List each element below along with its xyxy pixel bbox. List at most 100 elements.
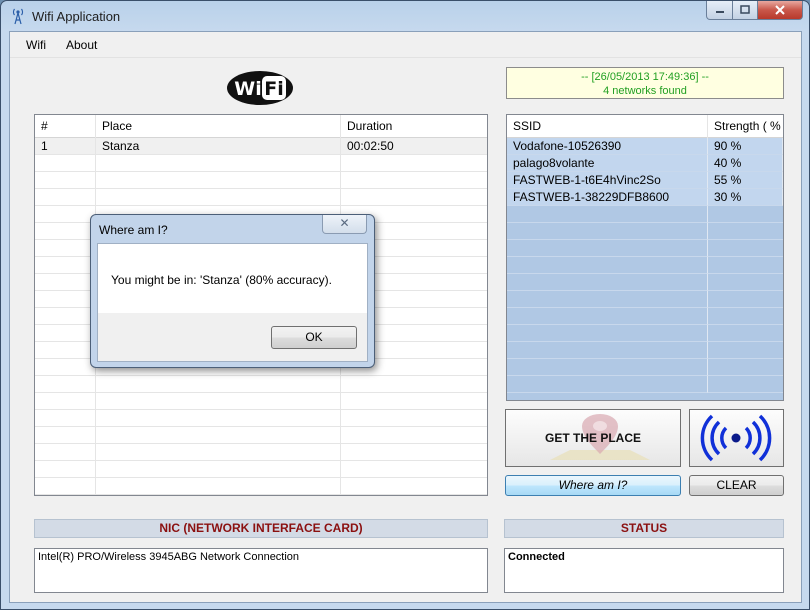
table-row[interactable]: FASTWEB-1-t6E4hVinc2So 55 % — [507, 172, 783, 189]
empty-cell — [96, 444, 341, 461]
maximize-button[interactable] — [733, 1, 758, 20]
empty-cell — [35, 240, 96, 257]
cell-ssid: Vodafone-10526390 — [507, 138, 708, 155]
empty-cell — [35, 172, 96, 189]
dialog-message-area: You might be in: 'Stanza' (80% accuracy)… — [98, 244, 367, 313]
empty-cell — [341, 189, 487, 206]
empty-row — [35, 189, 487, 206]
dialog-title: Where am I? — [99, 223, 168, 237]
cell-strength: 40 % — [708, 155, 783, 172]
empty-cell — [708, 223, 783, 240]
empty-row — [35, 461, 487, 478]
cell-ssid: FASTWEB-1-t6E4hVinc2So — [507, 172, 708, 189]
close-button[interactable] — [758, 1, 803, 20]
empty-cell — [96, 172, 341, 189]
empty-cell — [35, 427, 96, 444]
empty-cell — [507, 325, 708, 342]
column-header-duration[interactable]: Duration — [341, 115, 487, 138]
cell-ssid: FASTWEB-1-38229DFB8600 — [507, 189, 708, 206]
svg-text:Fi: Fi — [264, 78, 284, 100]
empty-cell — [35, 274, 96, 291]
empty-cell — [96, 189, 341, 206]
table-row[interactable]: 1 Stanza 00:02:50 — [35, 138, 487, 155]
clear-button[interactable]: CLEAR — [689, 475, 784, 496]
get-the-place-button[interactable]: GET THE PLACE — [505, 409, 681, 467]
empty-cell — [341, 393, 487, 410]
empty-cell — [35, 410, 96, 427]
scan-wifi-button[interactable] — [689, 409, 784, 467]
scan-timestamp: -- [26/05/2013 17:49:36] -- — [581, 71, 709, 83]
empty-cell — [35, 393, 96, 410]
empty-cell — [708, 308, 783, 325]
empty-row — [35, 444, 487, 461]
empty-row — [507, 206, 783, 223]
dialog-close-button[interactable]: ✕ — [322, 215, 367, 234]
empty-cell — [341, 444, 487, 461]
where-am-i-button[interactable]: Where am I? — [505, 475, 681, 496]
table-row[interactable]: palago8volante 40 % — [507, 155, 783, 172]
title-bar[interactable]: Wifi Application — [1, 1, 809, 31]
cell-num: 1 — [35, 138, 96, 155]
empty-row — [507, 359, 783, 376]
status-header: STATUS — [504, 519, 784, 538]
empty-cell — [708, 291, 783, 308]
wireless-signal-icon — [700, 414, 772, 462]
empty-cell — [35, 342, 96, 359]
empty-cell — [35, 478, 96, 495]
networks-table[interactable]: SSID Strength ( % ) Vodafone-10526390 90… — [506, 114, 784, 401]
empty-cell — [341, 155, 487, 172]
wifi-antenna-icon — [12, 8, 24, 25]
empty-row — [507, 308, 783, 325]
empty-cell — [341, 172, 487, 189]
dialog-ok-button[interactable]: OK — [271, 326, 357, 349]
empty-row — [507, 240, 783, 257]
empty-cell — [96, 376, 341, 393]
empty-cell — [708, 257, 783, 274]
empty-cell — [35, 308, 96, 325]
networks-found: 4 networks found — [603, 85, 687, 97]
empty-cell — [507, 274, 708, 291]
caption-buttons — [706, 1, 803, 21]
empty-cell — [507, 291, 708, 308]
menu-about[interactable]: About — [66, 38, 97, 52]
empty-cell — [341, 410, 487, 427]
empty-row — [35, 393, 487, 410]
window-title: Wifi Application — [32, 9, 121, 24]
table-row[interactable]: Vodafone-10526390 90 % — [507, 138, 783, 155]
dialog-body: You might be in: 'Stanza' (80% accuracy)… — [97, 243, 368, 362]
cell-strength: 55 % — [708, 172, 783, 189]
empty-cell — [35, 206, 96, 223]
close-icon: ✕ — [339, 216, 350, 230]
column-header-num[interactable]: # — [35, 115, 96, 138]
empty-row — [507, 274, 783, 291]
where-am-i-dialog: Where am I? ✕ You might be in: 'Stanza' … — [90, 214, 375, 368]
empty-row — [35, 427, 487, 444]
main-window: Wifi Application Wifi About Wi Fi -- [26… — [0, 0, 810, 610]
empty-cell — [96, 461, 341, 478]
empty-cell — [708, 359, 783, 376]
scan-info-box: -- [26/05/2013 17:49:36] -- 4 networks f… — [506, 67, 784, 99]
empty-cell — [35, 155, 96, 172]
status-field[interactable]: Connected — [504, 548, 784, 593]
minimize-button[interactable] — [706, 1, 733, 20]
empty-cell — [35, 359, 96, 376]
empty-row — [507, 325, 783, 342]
empty-cell — [35, 325, 96, 342]
column-header-place[interactable]: Place — [96, 115, 341, 138]
empty-cell — [507, 308, 708, 325]
nic-field[interactable]: Intel(R) PRO/Wireless 3945ABG Network Co… — [34, 548, 488, 593]
empty-row — [507, 257, 783, 274]
empty-cell — [507, 223, 708, 240]
nic-header: NIC (NETWORK INTERFACE CARD) — [34, 519, 488, 538]
cell-ssid: palago8volante — [507, 155, 708, 172]
places-table-header: # Place Duration — [35, 115, 487, 138]
table-row[interactable]: FASTWEB-1-38229DFB8600 30 % — [507, 189, 783, 206]
column-header-strength[interactable]: Strength ( % ) — [708, 115, 783, 155]
cell-duration: 00:02:50 — [341, 138, 487, 155]
menu-wifi[interactable]: Wifi — [26, 38, 46, 52]
empty-cell — [507, 359, 708, 376]
empty-row — [35, 155, 487, 172]
empty-cell — [341, 376, 487, 393]
column-header-ssid[interactable]: SSID — [507, 115, 708, 138]
empty-row — [35, 376, 487, 393]
